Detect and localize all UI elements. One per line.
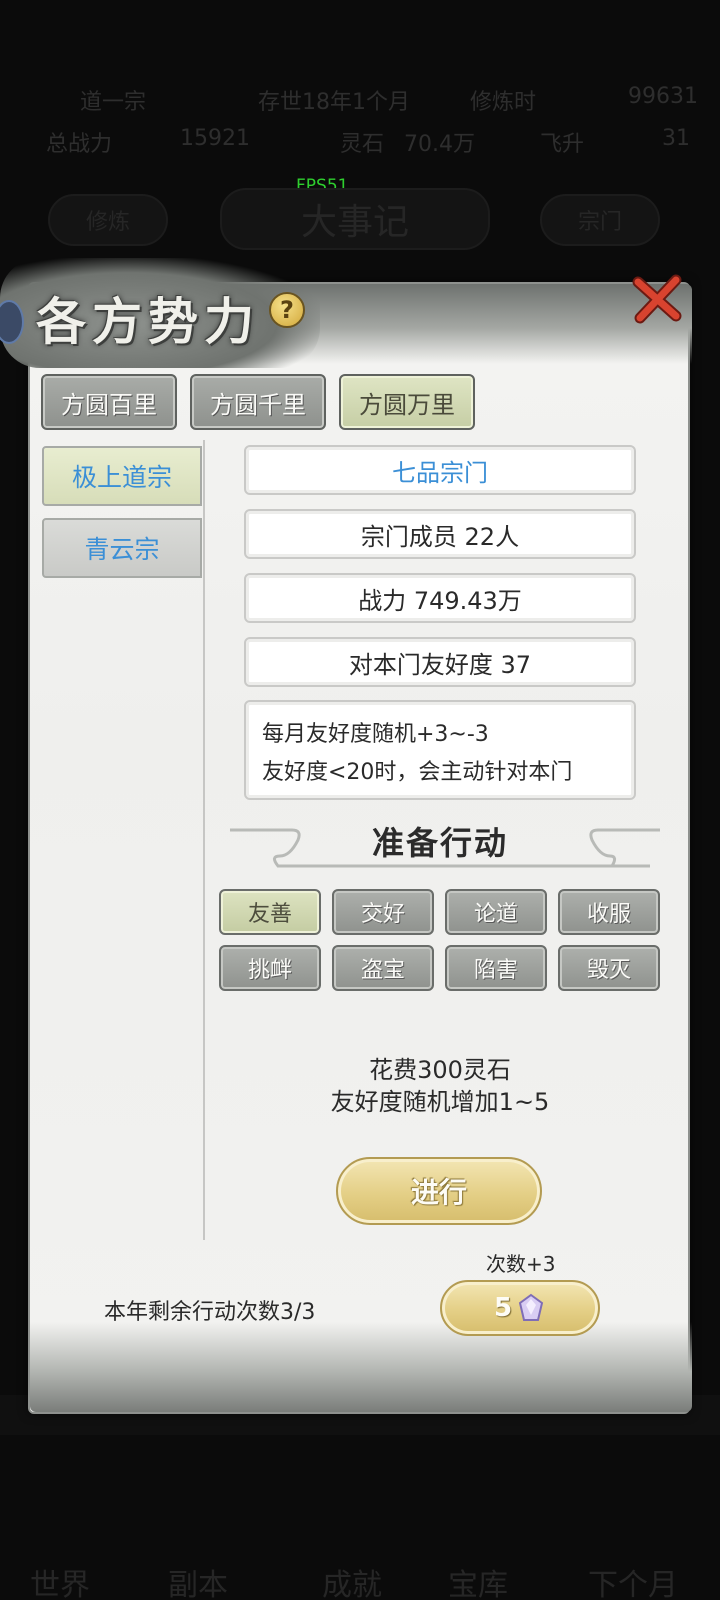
bg-right-button: 宗门	[540, 194, 660, 246]
spirit-crystal-icon	[518, 1293, 544, 1321]
power-value: 15921	[180, 126, 250, 151]
sect-item-qingyun[interactable]: 青云宗	[42, 518, 202, 578]
sect-name: 道一宗	[80, 90, 147, 115]
panel-cloud-bottom	[30, 1322, 692, 1412]
cost-line: 花费300灵石	[369, 1056, 511, 1084]
top-status-bar: 道一宗 存世18年1个月 修炼时 99631	[0, 82, 720, 118]
action-button-provoke[interactable]: 挑衅	[219, 945, 321, 991]
sect-item-jishang[interactable]: 极上道宗	[42, 446, 202, 506]
status-text: 修炼时	[470, 90, 537, 115]
action-button-befriend[interactable]: 交好	[332, 889, 434, 935]
proceed-button[interactable]: 进行	[336, 1157, 542, 1225]
action-cost-text: 花费300灵石 友好度随机增加1~5	[290, 1054, 590, 1118]
action-button-friendly[interactable]: 友善	[219, 889, 321, 935]
close-icon[interactable]	[630, 272, 684, 326]
tab-radius-1000li[interactable]: 方圆千里	[190, 374, 326, 430]
bg-center-button: 大事记	[220, 188, 490, 250]
action-button-destroy[interactable]: 毁灭	[558, 945, 660, 991]
desc-line: 友好度<20时，会主动针对本门	[262, 760, 573, 785]
power-label: 总战力	[46, 132, 113, 157]
help-icon[interactable]: ?	[269, 292, 305, 328]
stone-value: 70.4万	[404, 132, 475, 157]
sect-rank: 七品宗门	[244, 445, 636, 495]
times-plus-label: 次数+3	[486, 1252, 556, 1276]
bottom-nav-item: 下个月	[588, 1568, 678, 1600]
list-divider	[203, 440, 205, 1240]
panel-title: 各方势力	[36, 292, 260, 351]
stone-label: 灵石	[340, 132, 385, 157]
action-button-frame[interactable]: 陷害	[445, 945, 547, 991]
add-actions-button[interactable]: 5	[440, 1280, 600, 1336]
bottom-nav: 世界 副本 成就 宝库 下个月	[0, 1560, 720, 1600]
tab-radius-100li[interactable]: 方圆百里	[41, 374, 177, 430]
sect-power: 战力 749.43万	[244, 573, 636, 623]
number-text: 99631	[628, 84, 698, 109]
remaining-actions-text: 本年剩余行动次数3/3	[104, 1300, 316, 1325]
bottom-nav-item: 世界	[30, 1568, 90, 1600]
bottom-nav-item: 副本	[168, 1568, 228, 1600]
effect-line: 友好度随机增加1~5	[330, 1088, 550, 1116]
action-button-subjugate[interactable]: 收服	[558, 889, 660, 935]
bg-left-button: 修炼	[48, 194, 168, 246]
add-actions-cost: 5	[493, 1293, 513, 1323]
resource-bar: 总战力 15921 灵石 70.4万 飞升 31	[0, 124, 720, 160]
sect-friendship: 对本门友好度 37	[244, 637, 636, 687]
existence-time: 存世18年1个月	[258, 90, 410, 115]
sect-members: 宗门成员 22人	[244, 509, 636, 559]
desc-line: 每月友好度随机+3~-3	[262, 722, 489, 747]
action-button-discuss[interactable]: 论道	[445, 889, 547, 935]
action-button-steal[interactable]: 盗宝	[332, 945, 434, 991]
tab-radius-10000li[interactable]: 方圆万里	[339, 374, 475, 430]
friendship-description: 每月友好度随机+3~-3 友好度<20时，会主动针对本门	[244, 700, 636, 800]
ascend-label: 飞升	[540, 132, 585, 157]
bottom-nav-item: 宝库	[448, 1568, 508, 1600]
prepare-action-title: 准备行动	[371, 824, 508, 862]
bottom-nav-item: 成就	[322, 1568, 382, 1600]
ascend-value: 31	[662, 126, 690, 151]
